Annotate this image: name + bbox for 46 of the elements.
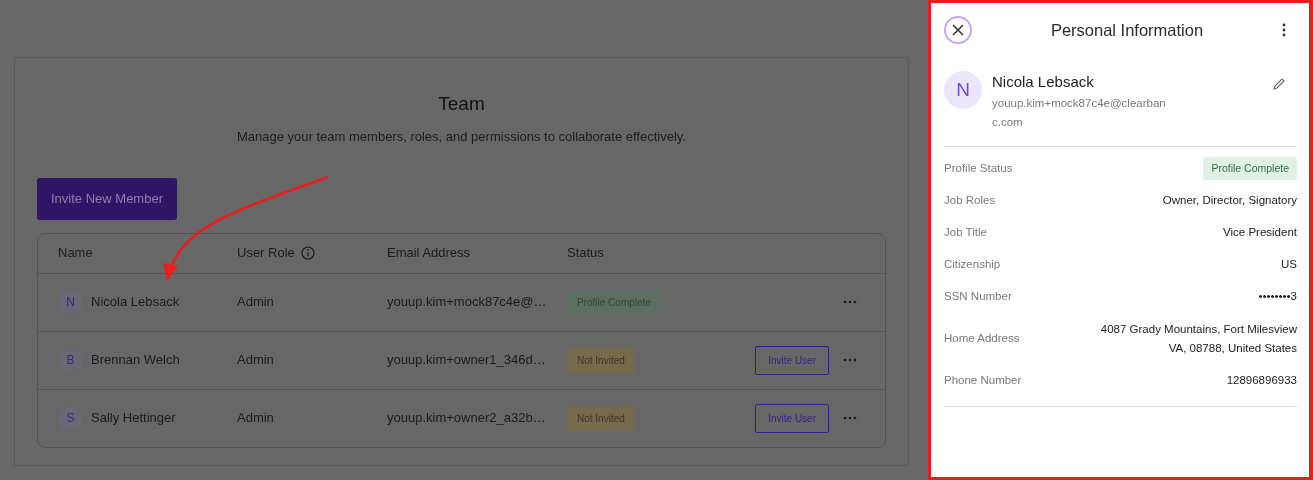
field-value: 4087 Grady Mountains, Fort Milesview VA, 08788, United States (1100, 321, 1297, 356)
status-badge: Not Invited (567, 347, 635, 373)
status-badge: Not Invited (567, 405, 635, 431)
field-label: Phone Number (944, 372, 1022, 388)
member-name: Nicola Lebsack (91, 293, 180, 312)
panel-title: Personal Information (1049, 19, 1205, 41)
avatar: S (58, 405, 83, 431)
close-icon (952, 24, 964, 36)
field-value: Owner, Director, Signatory (1162, 193, 1297, 208)
column-header: Name (58, 244, 93, 263)
role-text: Admin (237, 351, 274, 370)
avatar: N (944, 71, 982, 109)
page-title: Team (437, 92, 486, 116)
field-label: Job Roles (944, 192, 996, 208)
field-value: Vice President (1223, 225, 1297, 240)
field-value: ••••••••3 (1258, 289, 1297, 304)
user-email: youup.kim+mock87c4e@clearbanc.com (992, 95, 1167, 130)
column-header: Status (567, 245, 604, 261)
email-text: youup.kim+owner2_a32b… (387, 410, 546, 426)
column-header: User Role (237, 244, 295, 263)
more-icon[interactable] (1282, 23, 1286, 37)
page-subtitle: Manage your team members, roles, and permissions to collaborate effectively. (236, 127, 687, 146)
role-text: Admin (237, 293, 274, 312)
field-label: Home Address (944, 330, 1020, 346)
field-label: Profile Status (944, 160, 1013, 176)
email-text: youup.kim+mock87c4e@… (387, 294, 547, 310)
field-label: Job Title (944, 224, 987, 240)
email-text: youup.kim+owner1_346d… (387, 352, 546, 368)
field-label: Citizenship (944, 256, 1001, 272)
member-name: Brennan Welch (91, 351, 180, 370)
avatar: B (58, 347, 83, 373)
invite-user-button[interactable]: Invite User (755, 345, 829, 375)
close-button[interactable] (944, 16, 972, 44)
info-icon[interactable] (300, 246, 315, 260)
user-name: Nicola Lebsack (992, 72, 1095, 92)
avatar: N (58, 289, 83, 315)
invite-member-button[interactable]: Invite New Member (37, 178, 177, 220)
member-name: Sally Hettinger (91, 409, 176, 428)
field-label: SSN Number (944, 288, 1012, 304)
role-text: Admin (237, 409, 274, 428)
pencil-icon[interactable] (1272, 77, 1286, 91)
field-value: 12896896933 (1226, 373, 1297, 388)
status-badge: Profile Complete (1203, 156, 1297, 181)
field-value: US (1281, 257, 1297, 272)
column-header: Email Address (387, 245, 471, 261)
invite-user-button[interactable]: Invite User (755, 403, 829, 433)
